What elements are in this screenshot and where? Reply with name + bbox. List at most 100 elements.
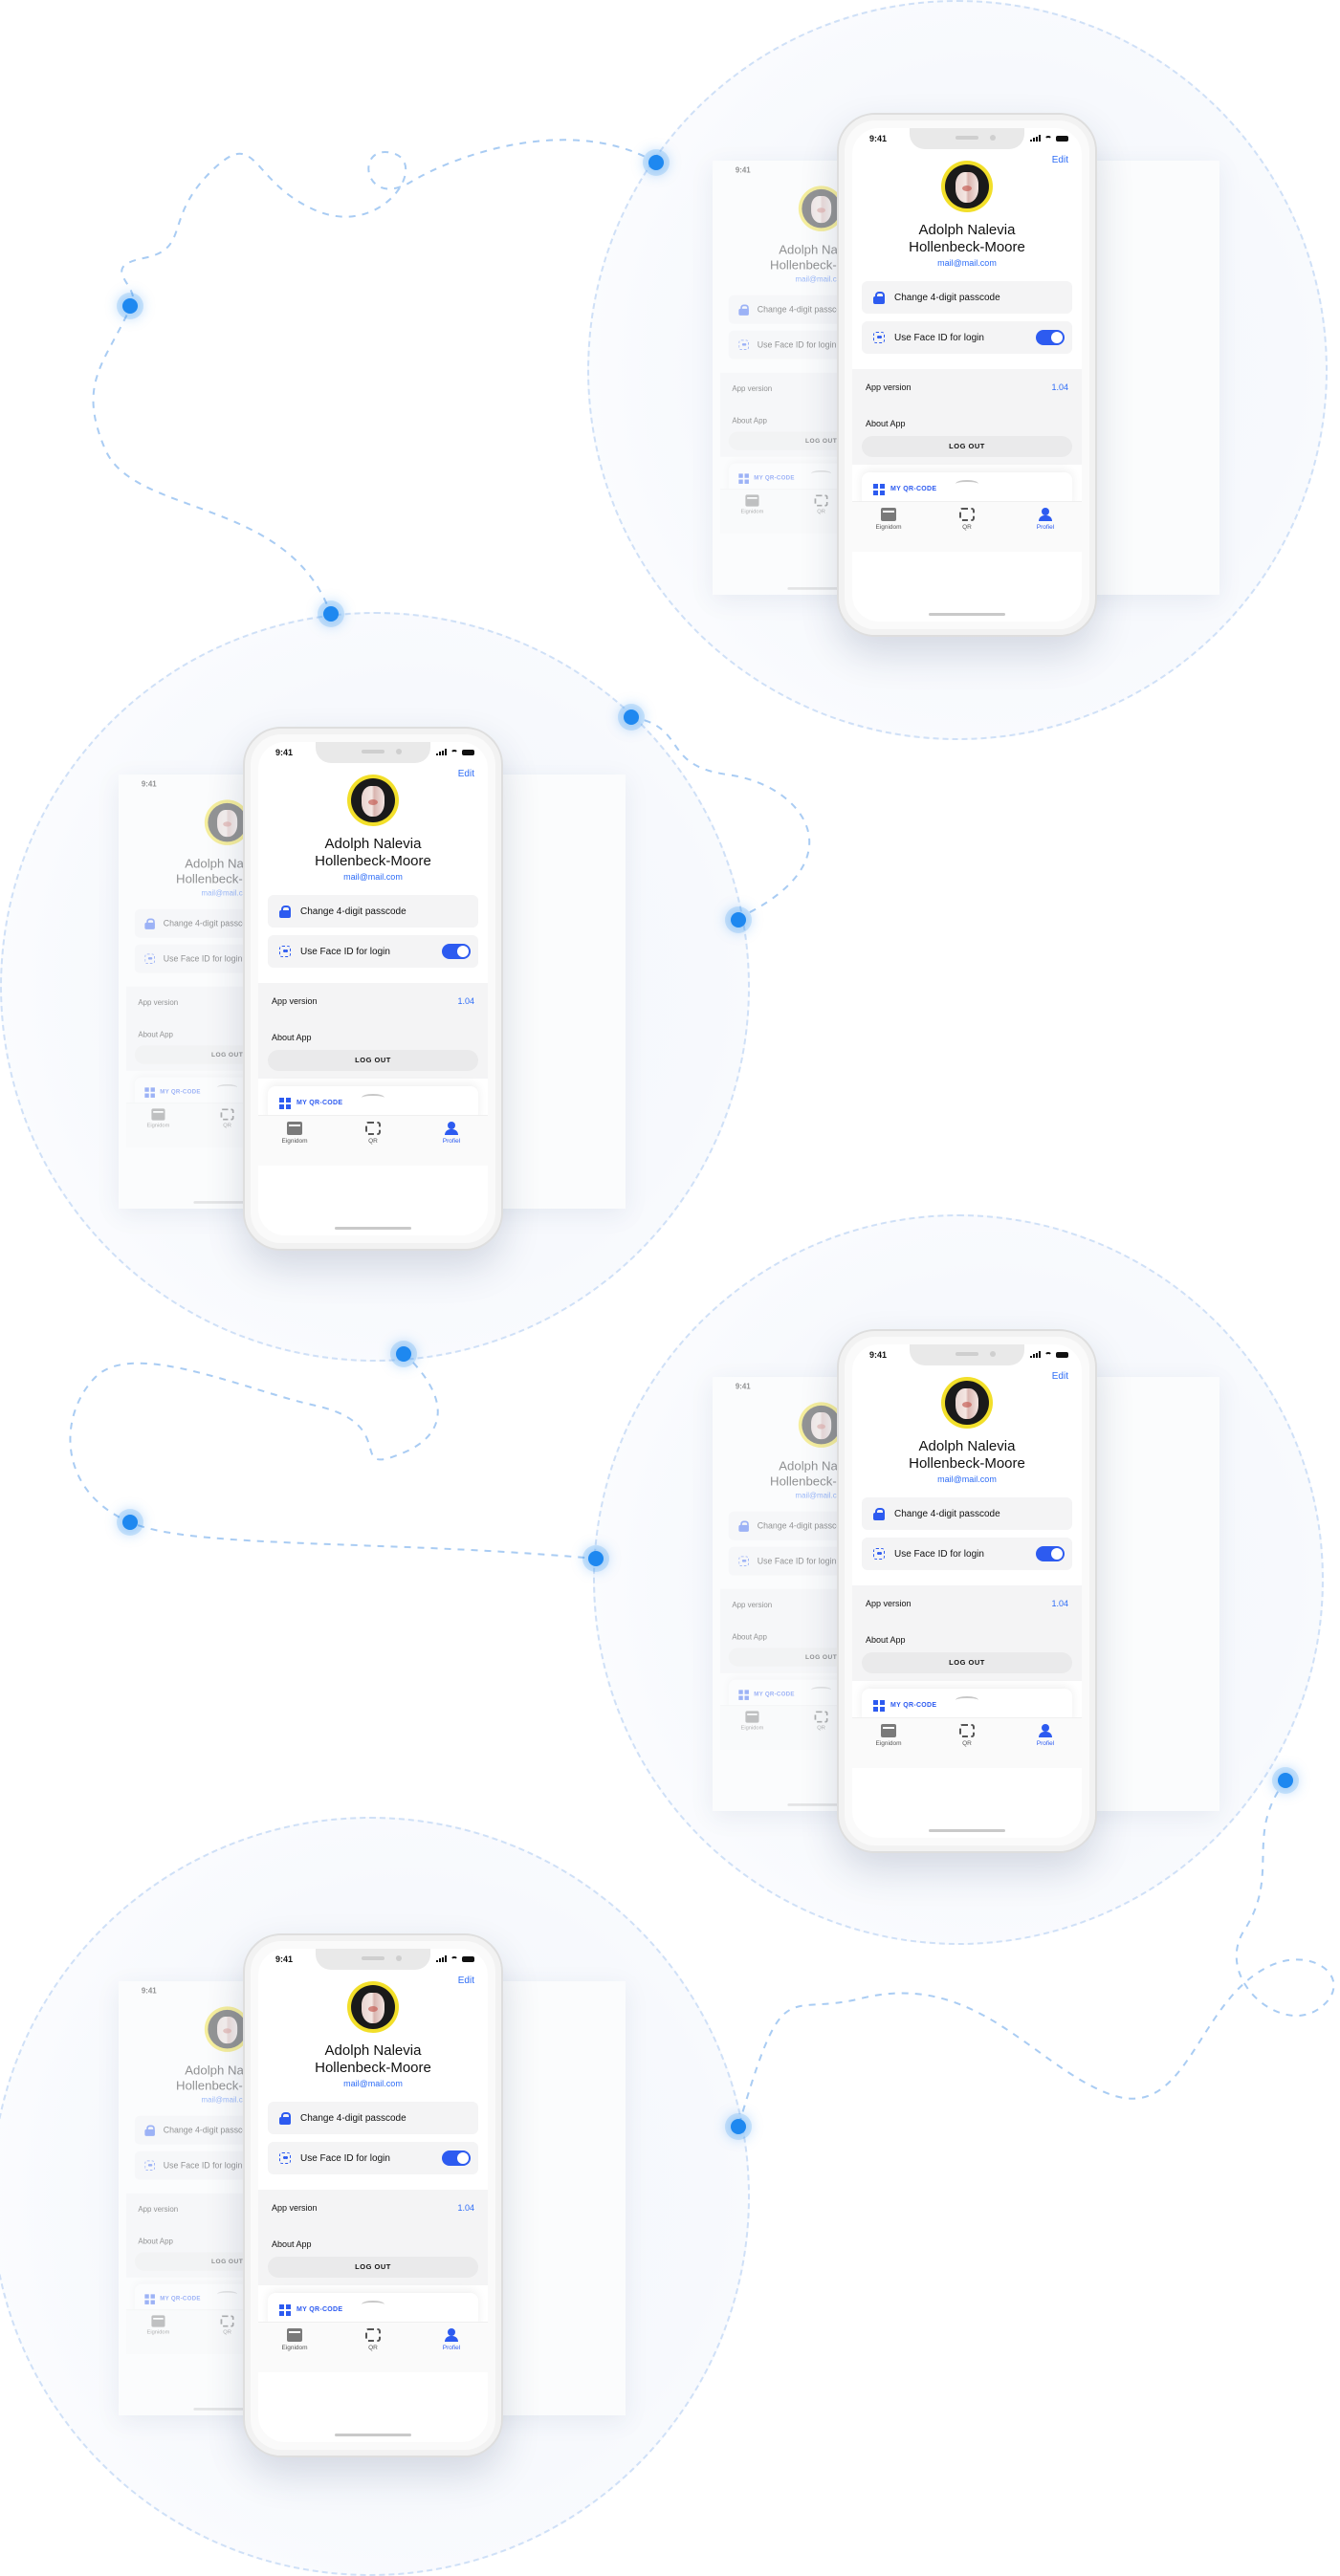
mockup-group-1: 9:41 Edit Adolph Nalevia Hollenbeck-Moor… xyxy=(713,113,1219,648)
app-version-label: App version xyxy=(138,998,179,1007)
path-node xyxy=(122,298,138,314)
status-time: 9:41 xyxy=(141,779,157,789)
tab-qr[interactable]: QR xyxy=(344,2328,402,2351)
lock-icon xyxy=(144,918,155,929)
tab-eignidom[interactable]: Eignidom xyxy=(133,2315,184,2335)
profile-name: Adolph Nalevia Hollenbeck-Moore xyxy=(315,836,431,869)
tab-eignidom[interactable]: Eignidom xyxy=(266,2328,323,2351)
about-app-link[interactable]: About App xyxy=(732,417,767,426)
face-id-label: Use Face ID for login xyxy=(300,946,390,957)
profile-screen: 9:41 Edit Adolph Nalevia Hollenbeck-Moor… xyxy=(852,1344,1082,1838)
logout-button[interactable]: LOG OUT xyxy=(862,436,1072,457)
drag-handle[interactable] xyxy=(811,469,832,477)
tab-eignidom[interactable]: Eignidom xyxy=(860,508,917,531)
face-id-toggle[interactable] xyxy=(1036,1546,1065,1561)
avatar[interactable] xyxy=(347,1981,399,2033)
user-icon xyxy=(1038,1724,1053,1737)
signal-icon xyxy=(436,1955,447,1962)
drag-handle[interactable] xyxy=(956,480,978,488)
face-id-toggle[interactable] xyxy=(1036,330,1065,345)
wallet-icon xyxy=(151,2315,165,2327)
wallet-icon xyxy=(745,494,759,507)
wallet-icon xyxy=(881,508,896,521)
about-app-link[interactable]: About App xyxy=(272,2239,312,2249)
qr-code-icon xyxy=(144,2294,155,2304)
avatar[interactable] xyxy=(941,1377,993,1429)
face-id-label: Use Face ID for login xyxy=(894,1548,984,1560)
face-id-toggle[interactable] xyxy=(442,2150,471,2166)
home-indicator xyxy=(335,1227,411,1230)
edit-button[interactable]: Edit xyxy=(458,1976,474,1986)
face-id-toggle[interactable] xyxy=(442,944,471,959)
tab-eignidom[interactable]: Eignidom xyxy=(727,1711,778,1731)
avatar[interactable] xyxy=(941,161,993,212)
about-app-link[interactable]: About App xyxy=(138,2238,173,2246)
tab-profiel[interactable]: Profiel xyxy=(1017,1724,1074,1747)
qr-code-icon xyxy=(873,484,885,495)
signal-icon xyxy=(1030,1351,1041,1358)
logout-button[interactable]: LOG OUT xyxy=(268,1050,478,1071)
profile-email[interactable]: mail@mail.com xyxy=(852,258,1082,268)
drag-handle[interactable] xyxy=(217,2290,238,2298)
logout-button[interactable]: LOG OUT xyxy=(268,2257,478,2278)
avatar[interactable] xyxy=(347,775,399,826)
about-app-link[interactable]: About App xyxy=(866,419,906,428)
logout-button[interactable]: LOG OUT xyxy=(862,1652,1072,1673)
edit-button[interactable]: Edit xyxy=(1052,155,1068,165)
change-passcode-row[interactable]: Change 4-digit passcode xyxy=(862,281,1072,314)
qr-code-label: MY QR-CODE xyxy=(297,2306,343,2313)
edit-button[interactable]: Edit xyxy=(1052,1371,1068,1382)
drag-handle[interactable] xyxy=(362,2301,384,2308)
face-id-label: Use Face ID for login xyxy=(894,332,984,343)
wifi-icon xyxy=(1044,1351,1052,1358)
home-indicator xyxy=(929,613,1005,616)
app-version-value: 1.04 xyxy=(457,2203,474,2213)
tab-qr[interactable]: QR xyxy=(938,508,996,531)
lock-icon xyxy=(279,2112,291,2125)
home-indicator xyxy=(929,1829,1005,1832)
about-app-link[interactable]: About App xyxy=(272,1033,312,1042)
face-id-row: Use Face ID for login xyxy=(268,935,478,968)
app-version-label: App version xyxy=(272,2203,318,2213)
change-passcode-row[interactable]: Change 4-digit passcode xyxy=(268,895,478,928)
battery-icon xyxy=(1056,135,1068,142)
about-app-link[interactable]: About App xyxy=(866,1635,906,1645)
path-node xyxy=(122,1515,138,1530)
edit-button[interactable]: Edit xyxy=(458,769,474,779)
change-passcode-row[interactable]: Change 4-digit passcode xyxy=(268,2102,478,2134)
tab-eignidom[interactable]: Eignidom xyxy=(727,494,778,514)
tab-eignidom[interactable]: Eignidom xyxy=(266,1122,323,1145)
user-icon xyxy=(444,1122,459,1135)
qr-code-icon xyxy=(873,1700,885,1712)
profile-email[interactable]: mail@mail.com xyxy=(852,1474,1082,1484)
app-version-label: App version xyxy=(866,382,912,392)
tab-profiel[interactable]: Profiel xyxy=(423,2328,480,2351)
qr-code-label: MY QR-CODE xyxy=(890,486,937,492)
qr-scan-icon xyxy=(959,508,975,521)
tab-eignidom[interactable]: Eignidom xyxy=(860,1724,917,1747)
app-version-value: 1.04 xyxy=(457,996,474,1006)
profile-email[interactable]: mail@mail.com xyxy=(258,872,488,882)
app-version-label: App version xyxy=(138,2205,179,2214)
about-app-link[interactable]: About App xyxy=(138,1031,173,1039)
tab-profiel[interactable]: Profiel xyxy=(423,1122,480,1145)
wallet-icon xyxy=(881,1724,896,1737)
drag-handle[interactable] xyxy=(362,1094,384,1102)
wallet-icon xyxy=(745,1711,759,1723)
tab-eignidom[interactable]: Eignidom xyxy=(133,1108,184,1128)
tab-profiel[interactable]: Profiel xyxy=(1017,508,1074,531)
drag-handle[interactable] xyxy=(811,1686,832,1693)
signal-icon xyxy=(1030,135,1041,142)
path-node xyxy=(588,1551,604,1566)
tab-qr[interactable]: QR xyxy=(344,1122,402,1145)
qr-code-label: MY QR-CODE xyxy=(754,475,795,482)
about-app-link[interactable]: About App xyxy=(732,1633,767,1642)
face-id-row: Use Face ID for login xyxy=(268,2142,478,2174)
change-passcode-row[interactable]: Change 4-digit passcode xyxy=(862,1497,1072,1530)
drag-handle[interactable] xyxy=(956,1696,978,1704)
qr-scan-icon xyxy=(220,2315,234,2327)
drag-handle[interactable] xyxy=(217,1083,238,1091)
tab-qr[interactable]: QR xyxy=(938,1724,996,1747)
profile-email[interactable]: mail@mail.com xyxy=(258,2079,488,2088)
face-id-label: Use Face ID for login xyxy=(300,2152,390,2164)
